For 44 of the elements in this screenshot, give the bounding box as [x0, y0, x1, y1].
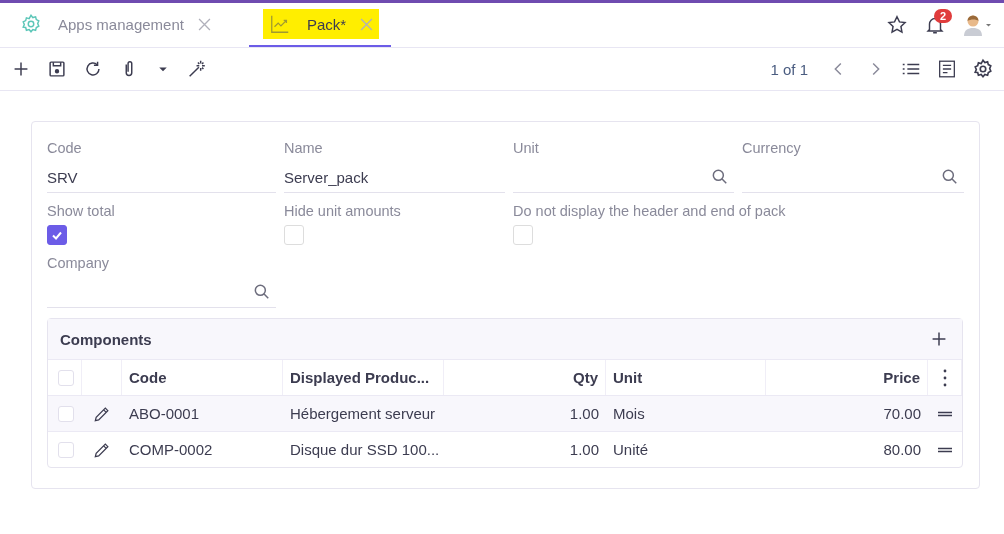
checkbox[interactable]	[47, 225, 67, 245]
pager-text: 1 of 1	[770, 60, 808, 78]
gear-icon	[20, 13, 42, 35]
table-cell: 70.00	[883, 405, 921, 422]
panel-title: Components	[60, 330, 152, 348]
field-label: Unit	[513, 140, 540, 156]
field-label: Code	[47, 140, 83, 156]
search-icon[interactable]	[940, 167, 960, 187]
avatar-icon[interactable]	[962, 13, 992, 37]
chart-icon	[268, 13, 291, 35]
checkbox-label: Show total	[47, 203, 115, 219]
save-icon[interactable]	[46, 58, 68, 80]
drag-handle-icon[interactable]	[937, 410, 953, 417]
table-cell: Mois	[613, 405, 645, 422]
tab[interactable]: Apps management	[0, 3, 229, 47]
search-icon[interactable]	[252, 282, 272, 302]
column-header[interactable]: Code	[129, 369, 167, 386]
search-icon[interactable]	[710, 167, 730, 187]
star-icon[interactable]	[886, 14, 908, 36]
table-cell: Disque dur SSD 100...	[290, 441, 440, 458]
field-label: Currency	[742, 140, 802, 156]
drag-handle-icon[interactable]	[937, 446, 953, 453]
column-header[interactable]: Displayed Produc...	[290, 369, 430, 386]
column-header[interactable]: Qty	[573, 369, 598, 386]
notification-count: 2	[934, 9, 953, 23]
more-icon[interactable]	[941, 367, 948, 388]
input-field[interactable]: Server_pack	[284, 162, 505, 193]
table-cell: 80.00	[883, 441, 921, 458]
table-cell: COMP-0002	[129, 441, 213, 458]
table-cell: Unité	[613, 441, 649, 458]
column-header[interactable]: Unit	[613, 369, 643, 386]
checkbox-label: Do not display the header and end of pack	[513, 203, 786, 219]
table-cell: Hébergement serveur	[290, 405, 436, 422]
magic-wand-icon[interactable]	[186, 58, 208, 80]
table-cell: 1.00	[569, 441, 599, 458]
field-label: Name	[284, 140, 324, 156]
form-view-icon[interactable]	[936, 58, 958, 80]
checkbox-label: Hide unit amounts	[284, 203, 401, 219]
settings-icon[interactable]	[972, 58, 994, 80]
field-label: Company	[47, 255, 111, 271]
input-field[interactable]: SRV	[47, 162, 276, 193]
column-header[interactable]: Price	[883, 369, 920, 386]
table-cell: ABO-0001	[129, 405, 200, 422]
table-cell: 1.00	[569, 405, 599, 422]
